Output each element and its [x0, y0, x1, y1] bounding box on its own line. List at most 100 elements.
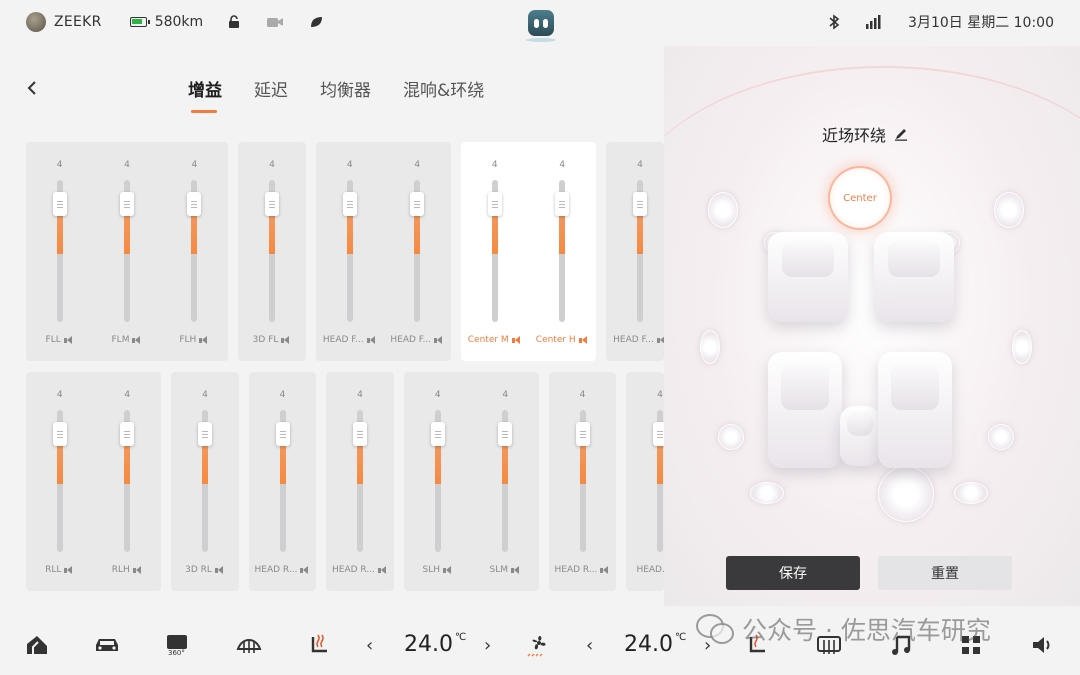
slider-handle[interactable] — [430, 422, 445, 446]
slider-handle[interactable] — [575, 422, 590, 446]
slider-card[interactable]: 4 FLL 4 FLM 4 FLH — [26, 142, 228, 361]
speaker-rear-right[interactable] — [954, 482, 988, 504]
slider-handle[interactable] — [633, 192, 647, 216]
speaker-front-right[interactable] — [994, 192, 1024, 228]
unlock-icon[interactable] — [227, 15, 241, 29]
slider-card[interactable]: 4 SLH 4 SLM — [404, 372, 539, 591]
temp-left-down-button[interactable]: ‹ — [366, 635, 373, 656]
slider-handle[interactable] — [198, 422, 212, 446]
slider-card[interactable]: 4 HEAD R... — [549, 372, 616, 591]
channel-label[interactable]: 3D FL — [238, 335, 306, 345]
avatar[interactable] — [26, 12, 46, 32]
speaker-subwoofer[interactable] — [878, 466, 934, 522]
slider-card[interactable]: 4 HEAD... — [626, 372, 664, 591]
speaker-icon[interactable] — [281, 335, 291, 345]
bluetooth-icon[interactable] — [828, 14, 840, 30]
channel-label[interactable]: FLM — [93, 335, 160, 345]
channel-label[interactable]: HEAD R... — [326, 565, 394, 575]
slider-handle[interactable] — [52, 422, 67, 446]
tab-delay[interactable]: 延迟 — [254, 76, 288, 101]
seat-rear-left[interactable] — [768, 352, 842, 468]
speaker-icon[interactable] — [656, 335, 664, 345]
slider-handle[interactable] — [353, 422, 367, 446]
channel-label[interactable]: HEAD F... — [316, 335, 384, 345]
speaker-icon[interactable] — [132, 565, 143, 575]
speaker-icon[interactable] — [578, 335, 589, 345]
speaker-door-left-rear[interactable] — [718, 424, 744, 450]
dashcam-icon[interactable] — [267, 16, 284, 28]
slider-handle[interactable] — [653, 422, 664, 446]
slider-handle[interactable] — [498, 422, 513, 446]
slider-card[interactable]: 4 HEAD R... — [326, 372, 394, 591]
slider-handle[interactable] — [119, 192, 134, 216]
seat-rear-right[interactable] — [878, 352, 952, 468]
speaker-icon[interactable] — [300, 565, 310, 575]
seat-heat-left-icon[interactable] — [306, 632, 332, 658]
save-button[interactable]: 保存 — [726, 556, 860, 590]
vehicle-icon[interactable] — [94, 632, 120, 658]
speaker-icon[interactable] — [366, 335, 377, 345]
leaf-icon[interactable] — [309, 15, 323, 29]
channel-label[interactable]: HEAD... — [626, 565, 664, 575]
channel-label[interactable]: RLL — [26, 565, 94, 575]
tab-reverb-surround[interactable]: 混响&环绕 — [403, 76, 484, 101]
channel-label[interactable]: HEAD F... — [606, 335, 664, 345]
channel-label[interactable]: FLH — [161, 335, 228, 345]
channel-label[interactable]: SLM — [472, 565, 540, 575]
slider-handle[interactable] — [410, 192, 425, 216]
slider-card[interactable]: 4 HEAD R... — [249, 372, 316, 591]
slider-card[interactable]: 4 RLL 4 RLH — [26, 372, 161, 591]
slider-card[interactable]: 4 3D FL — [238, 142, 306, 361]
speaker-icon[interactable] — [377, 565, 388, 575]
channel-label[interactable]: 3D RL — [171, 565, 239, 575]
slider-handle[interactable] — [265, 192, 279, 216]
speaker-icon[interactable] — [511, 335, 522, 345]
speaker-icon[interactable] — [600, 565, 610, 575]
temp-right-down-button[interactable]: ‹ — [586, 635, 593, 656]
slider-handle[interactable] — [187, 192, 202, 216]
slider-handle[interactable] — [52, 192, 67, 216]
slider-card[interactable]: 4 HEAD F... 4 HEAD F... — [316, 142, 451, 361]
fan-icon[interactable] — [526, 632, 552, 658]
temp-left-value[interactable]: 24.0 ℃ — [404, 632, 466, 657]
speaker-door-left-front[interactable] — [700, 330, 720, 364]
channel-label[interactable]: Center H — [529, 335, 597, 345]
seat-front-left[interactable] — [768, 232, 848, 322]
slider-handle[interactable] — [555, 192, 570, 216]
speaker-icon[interactable] — [64, 565, 74, 575]
tab-gain[interactable]: 增益 — [188, 76, 222, 113]
slider-handle[interactable] — [120, 422, 135, 446]
camera-360-icon[interactable]: 360° — [166, 632, 192, 658]
speaker-icon[interactable] — [214, 565, 225, 575]
volume-icon[interactable] — [1030, 632, 1056, 658]
speaker-icon[interactable] — [132, 335, 142, 345]
speaker-door-right-front[interactable] — [1012, 330, 1032, 364]
slider-card[interactable]: 4 3D RL — [171, 372, 239, 591]
channel-label[interactable]: SLH — [404, 565, 472, 575]
channel-label[interactable]: RLH — [94, 565, 162, 575]
tab-equalizer[interactable]: 均衡器 — [320, 76, 371, 101]
defrost-front-icon[interactable] — [236, 632, 262, 658]
speaker-icon[interactable] — [63, 335, 74, 345]
mode-title[interactable]: 近场环绕 — [822, 122, 908, 146]
channel-label[interactable]: HEAD F... — [384, 335, 452, 345]
slider-card[interactable]: 4 HEAD F... — [606, 142, 664, 361]
temp-left-up-button[interactable]: › — [484, 635, 491, 656]
slider-handle[interactable] — [275, 422, 290, 446]
speaker-icon[interactable] — [443, 565, 453, 575]
center-speaker[interactable]: Center — [828, 166, 892, 230]
speaker-icon[interactable] — [199, 335, 209, 345]
seat-rear-middle[interactable] — [840, 406, 880, 466]
slider-handle[interactable] — [487, 192, 502, 216]
temp-right-value[interactable]: 24.0 ℃ — [624, 632, 686, 657]
speaker-icon[interactable] — [434, 335, 444, 345]
seat-front-right[interactable] — [874, 232, 954, 322]
slider-card[interactable]: 4 Center M 4 Center H — [461, 142, 596, 361]
speaker-rear-left[interactable] — [750, 482, 784, 504]
speaker-front-left[interactable] — [708, 192, 738, 228]
assistant-robot-icon[interactable] — [528, 10, 554, 36]
channel-label[interactable]: HEAD R... — [249, 565, 316, 575]
back-button[interactable] — [26, 78, 46, 98]
reset-button[interactable]: 重置 — [878, 556, 1012, 590]
slider-handle[interactable] — [342, 192, 357, 216]
